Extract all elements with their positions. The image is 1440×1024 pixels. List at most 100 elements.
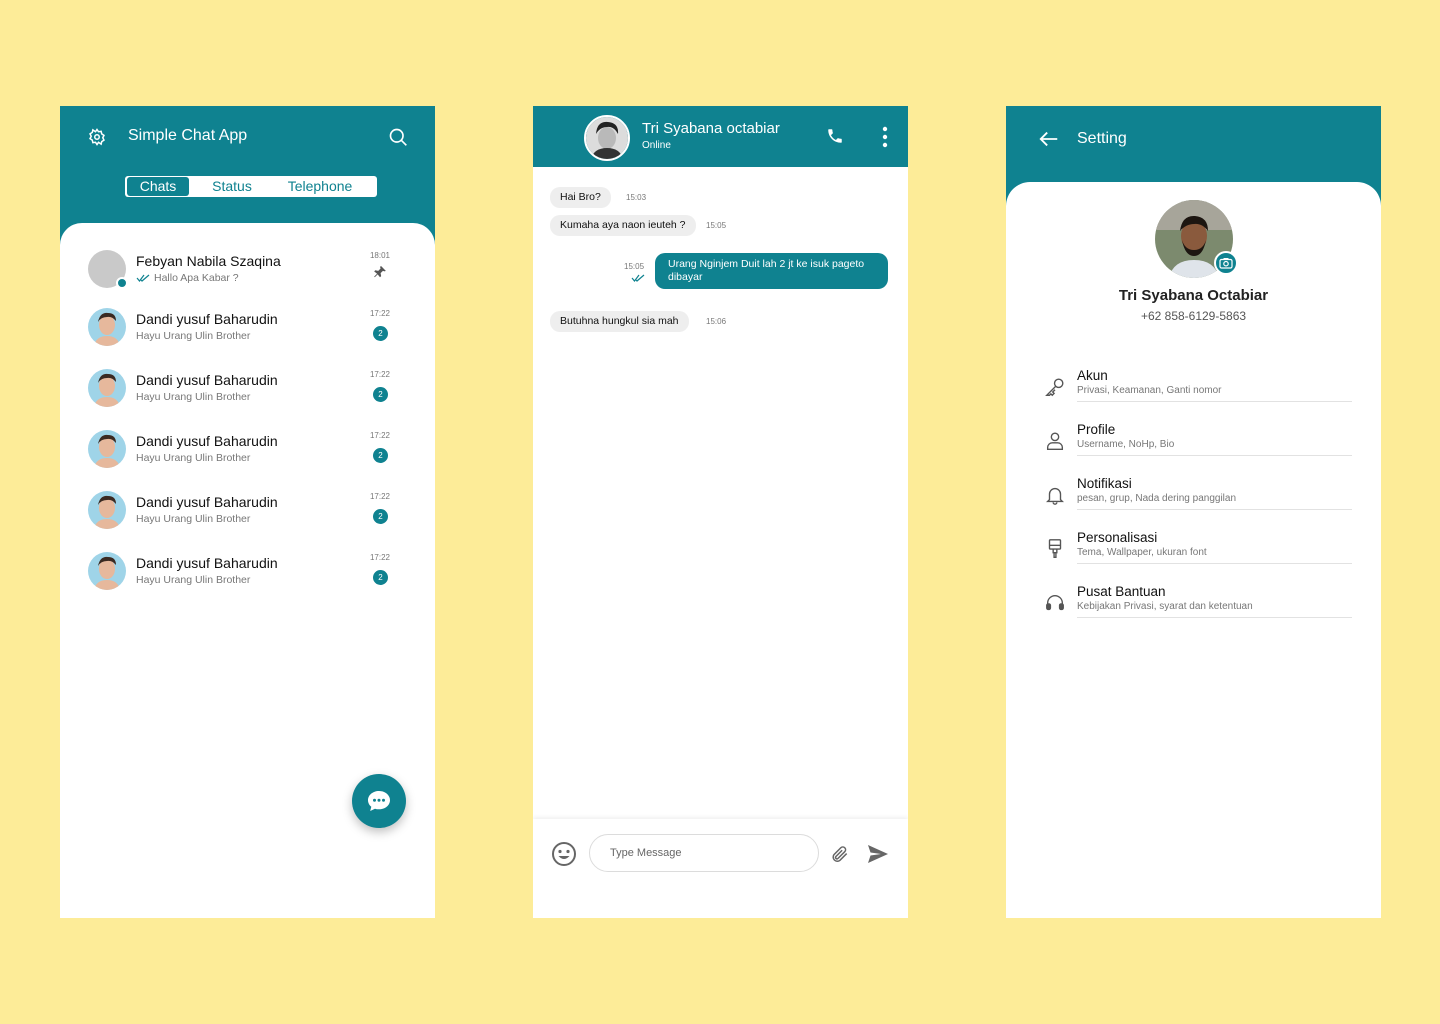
setting-item-personalisasi[interactable]: Personalisasi Tema, Wallpaper, ukuran fo… bbox=[1042, 530, 1352, 574]
chat-row[interactable]: Dandi yusuf Baharudin Hayu Urang Ulin Br… bbox=[88, 552, 408, 594]
more-vertical-icon[interactable] bbox=[879, 125, 891, 149]
chat-row[interactable]: Dandi yusuf Baharudin Hayu Urang Ulin Br… bbox=[88, 308, 408, 350]
profile-phone: +62 858-6129-5863 bbox=[1140, 309, 1247, 323]
online-indicator bbox=[116, 277, 128, 289]
setting-title: Notifikasi bbox=[1077, 476, 1132, 491]
chat-message: Hallo Apa Kabar ? bbox=[154, 272, 239, 284]
search-icon[interactable] bbox=[388, 127, 408, 147]
avatar bbox=[88, 552, 126, 590]
chat-name: Dandi yusuf Baharudin bbox=[136, 311, 278, 327]
message-time: 15:03 bbox=[626, 193, 647, 202]
chat-message: Hayu Urang Ulin Brother bbox=[136, 574, 251, 586]
chat-row[interactable]: Febyan Nabila Szaqina Hallo Apa Kabar ? … bbox=[88, 250, 408, 292]
chat-time: 17:22 bbox=[369, 553, 390, 562]
tab-chats[interactable]: Chats bbox=[127, 177, 189, 196]
new-chat-button[interactable] bbox=[352, 774, 406, 828]
tab-telephone[interactable]: Telephone bbox=[275, 177, 365, 196]
divider bbox=[1077, 509, 1352, 510]
contact-avatar[interactable] bbox=[584, 115, 630, 161]
outgoing-message: Urang Nginjem Duit lah 2 jt ke isuk page… bbox=[655, 253, 888, 289]
person-icon bbox=[1046, 432, 1064, 450]
avatar bbox=[88, 491, 126, 529]
divider bbox=[1077, 455, 1352, 456]
chat-message: Hayu Urang Ulin Brother bbox=[136, 513, 251, 525]
send-icon[interactable] bbox=[867, 844, 889, 864]
conversation-header: Tri Syabana octabiar Online bbox=[533, 106, 908, 167]
chat-name: Dandi yusuf Baharudin bbox=[136, 494, 278, 510]
tab-status[interactable]: Status bbox=[189, 177, 275, 196]
emoji-icon[interactable] bbox=[551, 841, 577, 867]
unread-badge: 2 bbox=[373, 570, 388, 585]
gear-icon[interactable] bbox=[88, 128, 106, 146]
setting-title: Profile bbox=[1077, 422, 1116, 437]
divider bbox=[1077, 563, 1352, 564]
change-photo-button[interactable] bbox=[1214, 251, 1238, 275]
avatar bbox=[88, 250, 128, 289]
unread-badge: 2 bbox=[373, 387, 388, 402]
double-check-icon bbox=[136, 274, 150, 282]
message-input[interactable] bbox=[589, 834, 819, 872]
message-time: 15:06 bbox=[706, 317, 727, 326]
chat-message: Hayu Urang Ulin Brother bbox=[136, 452, 251, 464]
incoming-message: Butuhna hungkul sia mah bbox=[550, 311, 689, 332]
message-composer bbox=[533, 819, 908, 918]
conversation-screen: Tri Syabana octabiar Online Hai Bro? 15:… bbox=[533, 106, 908, 918]
chat-time: 18:01 bbox=[369, 251, 390, 260]
chat-time: 17:22 bbox=[369, 431, 390, 440]
divider bbox=[1077, 617, 1352, 618]
chat-time: 17:22 bbox=[369, 370, 390, 379]
chat-message: Hayu Urang Ulin Brother bbox=[136, 330, 251, 342]
unread-badge: 2 bbox=[373, 326, 388, 341]
setting-item-pusat-bantuan[interactable]: Pusat Bantuan Kebijakan Privasi, syarat … bbox=[1042, 584, 1352, 628]
double-check-icon bbox=[631, 274, 645, 282]
incoming-message: Hai Bro? bbox=[550, 187, 611, 208]
setting-subtitle: Username, NoHp, Bio bbox=[1077, 439, 1175, 450]
incoming-message: Kumaha aya naon ieuteh ? bbox=[550, 215, 696, 236]
setting-title: Pusat Bantuan bbox=[1077, 584, 1166, 599]
settings-title: Setting bbox=[1077, 130, 1127, 147]
chat-preview: Hallo Apa Kabar ? bbox=[136, 272, 239, 284]
setting-item-profile[interactable]: Profile Username, NoHp, Bio bbox=[1042, 422, 1352, 466]
paperclip-icon[interactable] bbox=[830, 843, 850, 865]
setting-title: Akun bbox=[1077, 368, 1108, 383]
setting-subtitle: Kebijakan Privasi, syarat dan ketentuan bbox=[1077, 601, 1253, 612]
key-icon bbox=[1045, 378, 1064, 397]
settings-screen: Setting Tri Syabana Octabiar +62 858-612… bbox=[1006, 106, 1381, 918]
unread-badge: 2 bbox=[373, 448, 388, 463]
headset-icon bbox=[1046, 595, 1064, 611]
chat-time: 17:22 bbox=[369, 309, 390, 318]
camera-icon bbox=[1219, 258, 1233, 269]
pin-icon bbox=[374, 266, 386, 278]
avatar bbox=[88, 308, 126, 346]
avatar bbox=[88, 430, 126, 468]
chat-name: Dandi yusuf Baharudin bbox=[136, 555, 278, 571]
setting-item-akun[interactable]: Akun Privasi, Keamanan, Ganti nomor bbox=[1042, 368, 1352, 412]
setting-title: Personalisasi bbox=[1077, 530, 1158, 545]
profile-name: Tri Syabana Octabiar bbox=[1118, 287, 1269, 304]
setting-item-notifikasi[interactable]: Notifikasi pesan, grup, Nada dering pang… bbox=[1042, 476, 1352, 520]
tab-bar: Chats Status Telephone bbox=[125, 176, 377, 197]
divider bbox=[1077, 401, 1352, 402]
chat-row[interactable]: Dandi yusuf Baharudin Hayu Urang Ulin Br… bbox=[88, 369, 408, 411]
message-time: 15:05 bbox=[706, 221, 727, 230]
setting-subtitle: pesan, grup, Nada dering panggilan bbox=[1077, 493, 1237, 504]
chat-list-screen: Simple Chat App Chats Status Telephone F… bbox=[60, 106, 435, 918]
setting-subtitle: Tema, Wallpaper, ukuran font bbox=[1077, 547, 1207, 558]
chat-row[interactable]: Dandi yusuf Baharudin Hayu Urang Ulin Br… bbox=[88, 491, 408, 533]
phone-icon[interactable] bbox=[826, 126, 844, 146]
avatar bbox=[88, 369, 126, 407]
paint-brush-icon bbox=[1048, 539, 1062, 558]
back-arrow-icon[interactable] bbox=[1038, 128, 1060, 150]
message-time: 15:05 bbox=[624, 262, 645, 271]
chat-time: 17:22 bbox=[369, 492, 390, 501]
app-title: Simple Chat App bbox=[128, 127, 248, 144]
unread-badge: 2 bbox=[373, 509, 388, 524]
setting-subtitle: Privasi, Keamanan, Ganti nomor bbox=[1077, 385, 1222, 396]
chat-bubble-icon bbox=[368, 791, 390, 811]
chat-name: Febyan Nabila Szaqina bbox=[136, 253, 281, 269]
chat-name: Dandi yusuf Baharudin bbox=[136, 372, 278, 388]
chat-message: Hayu Urang Ulin Brother bbox=[136, 391, 251, 403]
bell-icon bbox=[1046, 487, 1064, 505]
chat-row[interactable]: Dandi yusuf Baharudin Hayu Urang Ulin Br… bbox=[88, 430, 408, 472]
chat-name: Dandi yusuf Baharudin bbox=[136, 433, 278, 449]
